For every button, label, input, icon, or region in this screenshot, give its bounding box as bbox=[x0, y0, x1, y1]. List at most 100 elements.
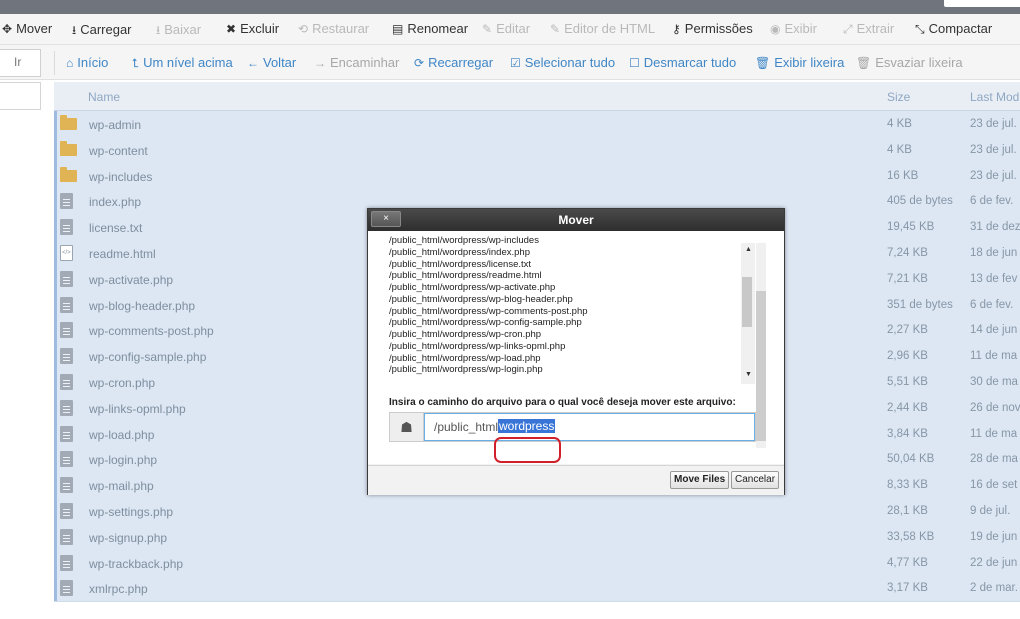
file-size: 28,1 KB bbox=[887, 505, 928, 517]
scroll-down-icon[interactable]: ▼ bbox=[745, 371, 752, 378]
dialog-scrollbar[interactable] bbox=[756, 243, 766, 448]
path-list-item: /public_html/wordpress/index.php bbox=[389, 246, 530, 258]
toolbar-exibir-button[interactable]: ◉ Exibir bbox=[770, 21, 817, 36]
file-name: wp-admin bbox=[89, 118, 142, 132]
nav-encaminhar-button[interactable]: → Encaminhar bbox=[314, 55, 399, 70]
row-selected-marker bbox=[54, 162, 57, 189]
permiss-es-icon: ⚷ bbox=[672, 22, 681, 36]
toolbar-mover-button[interactable]: ✥ Mover bbox=[2, 21, 52, 36]
scroll-up-icon[interactable]: ▲ bbox=[745, 246, 752, 253]
exibir-icon: ◉ bbox=[770, 22, 781, 36]
file-icon-wrap bbox=[60, 140, 77, 156]
toolbar-renomear-button[interactable]: ▤ Renomear bbox=[392, 21, 468, 36]
table-row[interactable]: wp-settings.php 28,1 KB 9 de jul. bbox=[54, 498, 1020, 525]
toolbar-label: Carregar bbox=[80, 22, 132, 37]
file-name: index.php bbox=[89, 195, 142, 210]
file-icon bbox=[60, 296, 73, 313]
baixar-icon: ⭳ bbox=[156, 23, 161, 37]
file-name: wp-links-opml.php bbox=[89, 401, 186, 416]
row-selected-marker bbox=[54, 111, 57, 137]
nav-icon: ⟳ bbox=[414, 56, 425, 70]
nav-label: Um nível acima bbox=[143, 55, 233, 70]
file-size: 19,45 KB bbox=[887, 221, 935, 234]
selected-files-list: /public_html/wordpress/wp-includes/publi… bbox=[389, 235, 739, 376]
toolbar-editar-button[interactable]: ✎ Editar bbox=[482, 21, 530, 36]
file-modified: 23 de jul. bbox=[970, 143, 1017, 156]
nav-esvaziar-lixeira-button[interactable]: 🗑 Esvaziar lixeira bbox=[856, 55, 963, 70]
toolbar-extrair-button[interactable]: ⤢ Extrair bbox=[843, 21, 894, 37]
nav-label: Exibir lixeira bbox=[774, 55, 845, 70]
header-last-modified[interactable]: Last Mod bbox=[970, 90, 1019, 104]
toolbar-restaurar-button[interactable]: ⟲ Restaurar bbox=[298, 21, 369, 36]
table-row[interactable]: wp-trackback.php 4,77 KB 22 de jun bbox=[54, 549, 1020, 577]
nav-voltar-button[interactable]: ← Voltar bbox=[247, 55, 296, 70]
path-list-item: /public_html/wordpress/wp-blog-header.ph… bbox=[389, 293, 573, 305]
nav-selecionar-tudo-button[interactable]: ☑ Selecionar tudo bbox=[510, 55, 615, 70]
navigation-toolbar: ⌂ Início ⮤ Um nível acima ← Voltar → Encaminhar… bbox=[0, 45, 1020, 80]
table-row[interactable]: wp-content 4 KB 23 de jul. bbox=[54, 136, 1020, 164]
row-selected-marker bbox=[54, 343, 57, 370]
header-name[interactable]: Name bbox=[88, 90, 120, 104]
file-size: 4,77 KB bbox=[887, 556, 928, 569]
toolbar-carregar-button[interactable]: ⭳ Carregar bbox=[72, 21, 132, 42]
table-bottom bbox=[54, 602, 1020, 619]
move-files-button[interactable]: Move Files bbox=[670, 471, 730, 489]
table-row[interactable]: wp-admin 4 KB 23 de jul. bbox=[54, 111, 1020, 138]
file-size: 3,84 KB bbox=[887, 427, 928, 440]
destination-input-group: ☗ /public_html/ wordpress bbox=[389, 412, 756, 442]
nav-inicio-button[interactable]: ⌂ Início bbox=[66, 55, 108, 70]
file-size: 50,04 KB bbox=[887, 453, 935, 466]
nav-icon: 🗑 bbox=[755, 56, 771, 70]
nav-um-nivel-acima-button[interactable]: ⮤ Um nível acima bbox=[132, 55, 233, 71]
file-icon-wrap bbox=[60, 477, 73, 494]
path-list-item: /public_html/wordpress/wp-config-sample.… bbox=[389, 317, 582, 329]
toolbar-permiss-es-button[interactable]: ⚷ Permissões bbox=[672, 21, 753, 36]
file-icon bbox=[60, 322, 73, 339]
path-list-item: /public_html/wordpress/wp-cron.php bbox=[389, 329, 542, 340]
folder-icon bbox=[60, 166, 77, 182]
destination-prompt: Insira o caminho do arquivo para o qual … bbox=[389, 397, 736, 408]
file-name: wp-load.php bbox=[89, 427, 155, 442]
header-size[interactable]: Size bbox=[887, 90, 910, 104]
file-size: 8,33 KB bbox=[887, 479, 928, 492]
path-list-item: /public_html/wordpress/wp-comments-post.… bbox=[389, 305, 588, 317]
toolbar-compactar-button[interactable]: ⤡ Compactar bbox=[915, 21, 992, 37]
editar-icon: ✎ bbox=[482, 22, 493, 36]
row-selected-marker bbox=[54, 472, 57, 499]
file-icon-wrap bbox=[60, 166, 77, 182]
file-size: 4 KB bbox=[887, 118, 912, 130]
cancel-button[interactable]: Cancelar bbox=[731, 471, 780, 489]
go-button[interactable]: Ir bbox=[14, 55, 21, 69]
destination-path-input[interactable]: /public_html/ wordpress bbox=[424, 413, 755, 441]
table-row[interactable]: wp-signup.php 33,58 KB 19 de jun bbox=[54, 523, 1020, 551]
table-row[interactable]: wp-includes 16 KB 23 de jul. bbox=[54, 162, 1020, 190]
highlight-annotation bbox=[494, 437, 561, 463]
table-row[interactable]: xmlrpc.php 3,17 KB 2 de mar. bbox=[54, 575, 1020, 603]
dialog-scroll-thumb[interactable] bbox=[756, 291, 766, 441]
toolbar-baixar-button[interactable]: ⭳ Baixar bbox=[156, 21, 201, 42]
file-modified: 28 de ma bbox=[970, 453, 1018, 466]
path-list-item: /public_html/wordpress/wp-links-opml.php bbox=[389, 340, 566, 352]
dialog-title: Mover bbox=[558, 213, 594, 227]
file-name: license.txt bbox=[89, 221, 143, 236]
toolbar-excluir-button[interactable]: ✖ Excluir bbox=[226, 21, 279, 36]
folder-icon bbox=[60, 140, 77, 156]
nav-recarregar-button[interactable]: ⟳ Recarregar bbox=[414, 55, 493, 70]
nav-icon: ☑ bbox=[510, 56, 521, 70]
file-name: wp-mail.php bbox=[89, 479, 154, 494]
file-modified: 13 de fev bbox=[970, 272, 1018, 285]
left-tree-panel[interactable] bbox=[0, 82, 41, 110]
file-name: wp-content bbox=[89, 143, 148, 158]
file-modified: 2 de mar. bbox=[970, 582, 1018, 595]
row-selected-marker bbox=[54, 188, 57, 215]
nav-exibir-lixeira-button[interactable]: 🗑 Exibir lixeira bbox=[755, 55, 844, 70]
nav-desmarcar-tudo-button[interactable]: ☐ Desmarcar tudo bbox=[629, 55, 736, 70]
list-scrollbar[interactable]: ▲ ▼ bbox=[741, 243, 755, 384]
toolbar-editor-de-html-button[interactable]: ✎ Editor de HTML bbox=[550, 21, 655, 36]
scroll-thumb[interactable] bbox=[742, 277, 752, 327]
search-input[interactable] bbox=[944, 0, 1020, 7]
file-modified: 14 de jun bbox=[970, 324, 1018, 337]
nav-icon: ☐ bbox=[629, 56, 640, 70]
path-list-item: /public_html/wordpress/readme.html bbox=[389, 270, 542, 282]
file-icon-wrap bbox=[60, 245, 73, 261]
